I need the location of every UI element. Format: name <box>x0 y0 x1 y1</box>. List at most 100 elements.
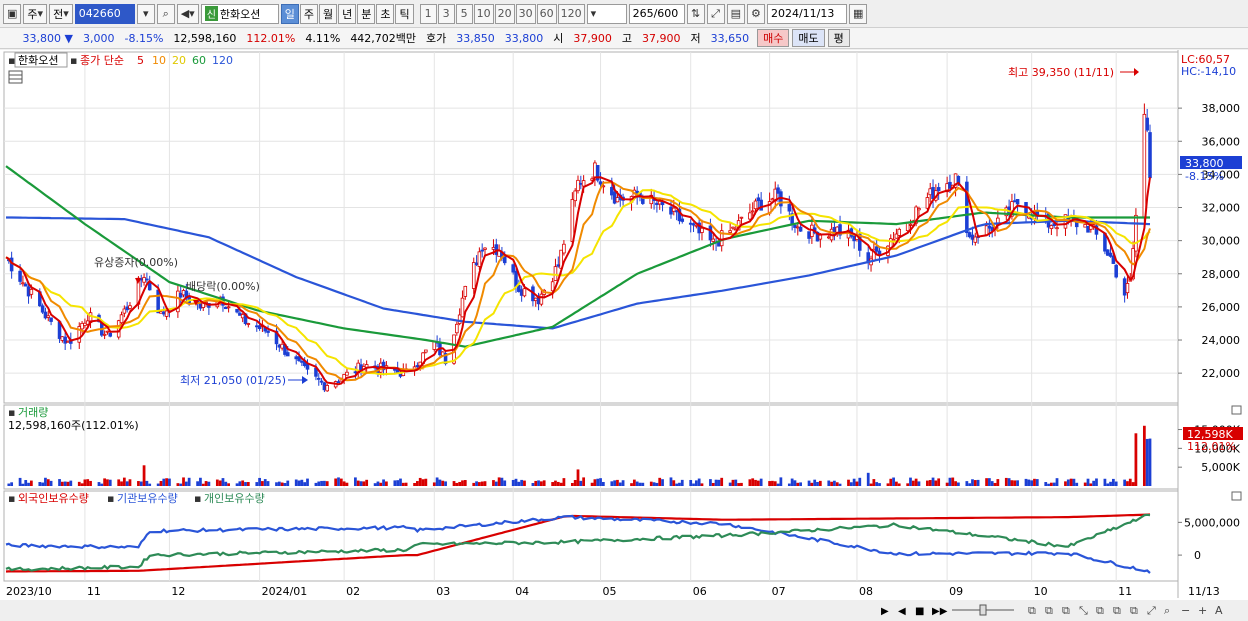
candle-body <box>1148 132 1152 179</box>
chart-svg[interactable]: 22,00024,00026,00028,00030,00032,00034,0… <box>0 50 1248 621</box>
calendar-icon[interactable]: ▦ <box>848 3 868 24</box>
candle-body <box>238 312 242 316</box>
ma120-legend: 120 <box>212 54 233 67</box>
candle-body <box>576 179 580 192</box>
volume-bar <box>244 482 247 486</box>
amount-value: 442,702백만 <box>350 32 417 45</box>
avg-button[interactable]: 평 <box>827 29 850 47</box>
interval-button[interactable]: 120 <box>557 3 585 24</box>
candle-body <box>18 270 22 282</box>
volume-bar <box>376 481 380 486</box>
volume-bar <box>621 480 625 486</box>
interval-button[interactable]: 60 <box>536 3 557 24</box>
candle-body <box>1134 214 1138 252</box>
volume-bar <box>356 480 360 486</box>
volume-bar <box>790 478 794 486</box>
interval-button[interactable]: 10 <box>473 3 494 24</box>
volume-bar <box>855 481 859 486</box>
code-dropdown-icon[interactable]: ▾ <box>136 3 155 24</box>
tab-timeframe[interactable]: 년 <box>338 3 357 24</box>
interval-input[interactable]: ▾ <box>586 3 627 24</box>
volume-bar <box>511 479 515 486</box>
volume-bar <box>503 480 507 486</box>
volume-bar <box>120 481 123 486</box>
volume-bar <box>630 483 633 486</box>
volume-bar <box>542 480 546 486</box>
interval-button[interactable]: 3 <box>437 3 455 24</box>
prev-button[interactable]: 전 ▾ <box>49 3 73 24</box>
candle-body <box>835 226 840 233</box>
candle-body <box>562 243 566 254</box>
x-tick-label: 04 <box>515 585 529 598</box>
interval-button[interactable]: 20 <box>494 3 515 24</box>
date-input[interactable]: 2024/11/13 <box>766 3 847 24</box>
tab-timeframe[interactable]: 초 <box>376 3 395 24</box>
volume-bar <box>334 478 338 486</box>
candle-body <box>753 200 758 210</box>
tab-timeframe[interactable]: 월 <box>318 3 338 24</box>
price-tick-label: 28,000 <box>1202 268 1241 281</box>
volume-bar <box>694 480 698 486</box>
volume-bar <box>297 480 301 486</box>
volume-bar <box>29 480 33 486</box>
buy-button[interactable]: 매수 <box>757 29 790 47</box>
volume-bar <box>142 465 146 486</box>
volume-bar <box>692 483 695 486</box>
search-icon[interactable]: ⌕ <box>156 3 175 24</box>
volume-bar <box>359 481 363 486</box>
volume-bar <box>475 481 478 486</box>
interval-button[interactable]: 1 <box>419 3 437 24</box>
draw-tool-icon[interactable]: ⤢ <box>706 3 725 24</box>
stock-name-field[interactable]: 신 한화오션 <box>200 3 279 24</box>
volume-close-icon[interactable] <box>1231 405 1242 415</box>
volume-bar <box>531 483 535 486</box>
tab-timeframe[interactable]: 주 <box>299 3 318 24</box>
code-input[interactable]: 042660 <box>74 3 135 24</box>
count-input[interactable]: 265/600 <box>628 3 685 24</box>
speaker-icon[interactable]: ◀▾ <box>176 3 199 24</box>
tab-timeframe[interactable]: 분 <box>357 3 376 24</box>
table-icon[interactable] <box>8 70 23 84</box>
volume-bar <box>385 481 388 486</box>
price-tag-value: 33,800 <box>1185 157 1224 170</box>
volume-bar <box>934 480 938 486</box>
volume-bar <box>973 480 977 486</box>
candle-body <box>471 262 476 289</box>
volume-bar <box>300 479 304 486</box>
volume-bar <box>235 483 239 486</box>
interval-button[interactable]: 5 <box>455 3 473 24</box>
holding-bullet-icon: ▪ <box>194 492 201 505</box>
volume-bar <box>337 477 340 486</box>
volume-bar <box>514 478 518 486</box>
save-icon[interactable]: ▤ <box>726 3 745 24</box>
holding-close-icon[interactable] <box>1231 491 1242 501</box>
period-select[interactable]: 주 ▾ <box>23 3 48 24</box>
volume-bar <box>60 481 64 486</box>
volume-bar <box>1114 481 1118 486</box>
volume-bar <box>49 480 53 486</box>
volume-bar <box>737 483 740 486</box>
volume-bar <box>570 482 574 486</box>
candle-body <box>1142 113 1147 219</box>
volume-bar <box>1044 482 1048 486</box>
tool-icon: ⧉ <box>1096 604 1104 617</box>
compare-icon[interactable]: ⇅ <box>686 3 705 24</box>
volume-bar <box>97 482 101 486</box>
volume-bar <box>122 477 126 486</box>
candle-body <box>852 235 856 242</box>
candle-body <box>984 225 989 236</box>
interval-button[interactable]: 30 <box>515 3 536 24</box>
candle-body <box>455 323 459 334</box>
volume-bar <box>218 480 222 486</box>
candle-body <box>728 230 732 233</box>
volume-bar <box>838 483 842 486</box>
tab-timeframe[interactable]: 일 <box>280 3 299 24</box>
tab-timeframe[interactable]: 틱 <box>395 3 414 24</box>
volume-bar <box>137 481 140 486</box>
x-tick-label: 12 <box>171 585 185 598</box>
sell-button[interactable]: 매도 <box>792 29 825 47</box>
layout-icon[interactable]: ▣ <box>3 3 22 24</box>
volume-bar <box>1072 478 1076 486</box>
gear-icon[interactable]: ⚙ <box>746 3 765 24</box>
candle-body <box>63 336 67 344</box>
